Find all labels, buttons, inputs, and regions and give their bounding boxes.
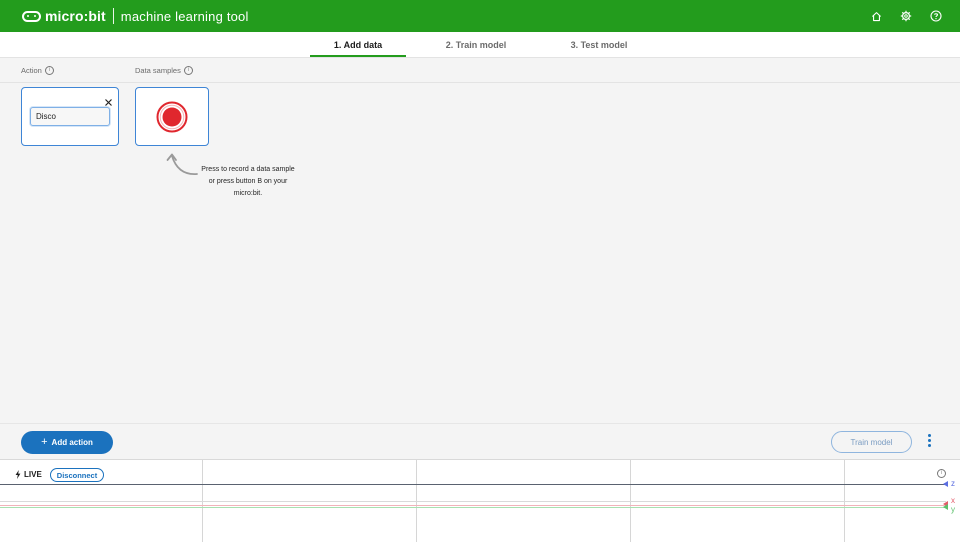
z-axis-label: z	[951, 479, 955, 488]
z-axis-marker	[943, 481, 948, 487]
tab-add-data[interactable]: 1. Add data	[310, 32, 406, 57]
tab-test-model[interactable]: 3. Test model	[551, 32, 647, 57]
data-samples-column-header: Data samples i	[135, 66, 193, 75]
x-axis-label: x	[951, 496, 955, 505]
live-graph: LIVE Disconnect i z x y	[0, 459, 960, 542]
data-samples-column-label: Data samples	[135, 66, 181, 75]
y-axis-marker	[943, 504, 948, 510]
z-axis-trace	[0, 484, 946, 485]
tab-train-model[interactable]: 2. Train model	[428, 32, 524, 57]
add-action-button[interactable]: + Add action	[21, 431, 113, 454]
y-axis-trace	[0, 507, 946, 508]
action-card	[21, 87, 119, 146]
curved-arrow-icon	[166, 153, 198, 175]
bottom-action-bar: + Add action Train model	[0, 423, 960, 460]
header-actions	[870, 0, 942, 32]
brand-divider	[112, 8, 114, 24]
more-options-icon[interactable]	[926, 434, 932, 450]
train-model-button[interactable]: Train model	[831, 431, 912, 453]
action-column-header: Action i	[21, 66, 54, 75]
add-action-label: Add action	[51, 438, 93, 447]
action-name-input[interactable]	[30, 107, 110, 126]
settings-icon[interactable]	[900, 10, 912, 22]
lightning-icon	[15, 470, 21, 479]
close-icon[interactable]	[104, 94, 113, 106]
home-icon[interactable]	[870, 10, 882, 22]
plus-icon: +	[41, 436, 48, 448]
live-indicator: LIVE	[15, 470, 42, 479]
help-icon[interactable]	[930, 10, 942, 22]
disconnect-button[interactable]: Disconnect	[50, 468, 104, 482]
info-icon[interactable]: i	[44, 66, 54, 75]
step-tabs: 1. Add data 2. Train model 3. Test model	[0, 32, 960, 58]
microbit-logo: micro:bit machine learning tool	[22, 8, 249, 24]
y-axis-label: y	[951, 505, 955, 514]
record-hint: Press to record a data sample or press b…	[201, 166, 295, 197]
brand-name: micro:bit	[45, 8, 106, 24]
x-axis-trace	[0, 505, 946, 506]
header-divider	[0, 82, 960, 83]
graph-gridline	[0, 501, 946, 502]
record-icon[interactable]	[156, 101, 188, 133]
info-icon[interactable]: i	[183, 66, 193, 75]
microbit-face-icon	[22, 10, 41, 22]
live-label: LIVE	[24, 470, 42, 479]
app-title: machine learning tool	[120, 8, 249, 24]
action-column-label: Action	[21, 66, 42, 75]
data-sample-card	[135, 87, 209, 146]
app-header: micro:bit machine learning tool	[0, 0, 960, 32]
info-icon[interactable]: i	[937, 469, 946, 478]
